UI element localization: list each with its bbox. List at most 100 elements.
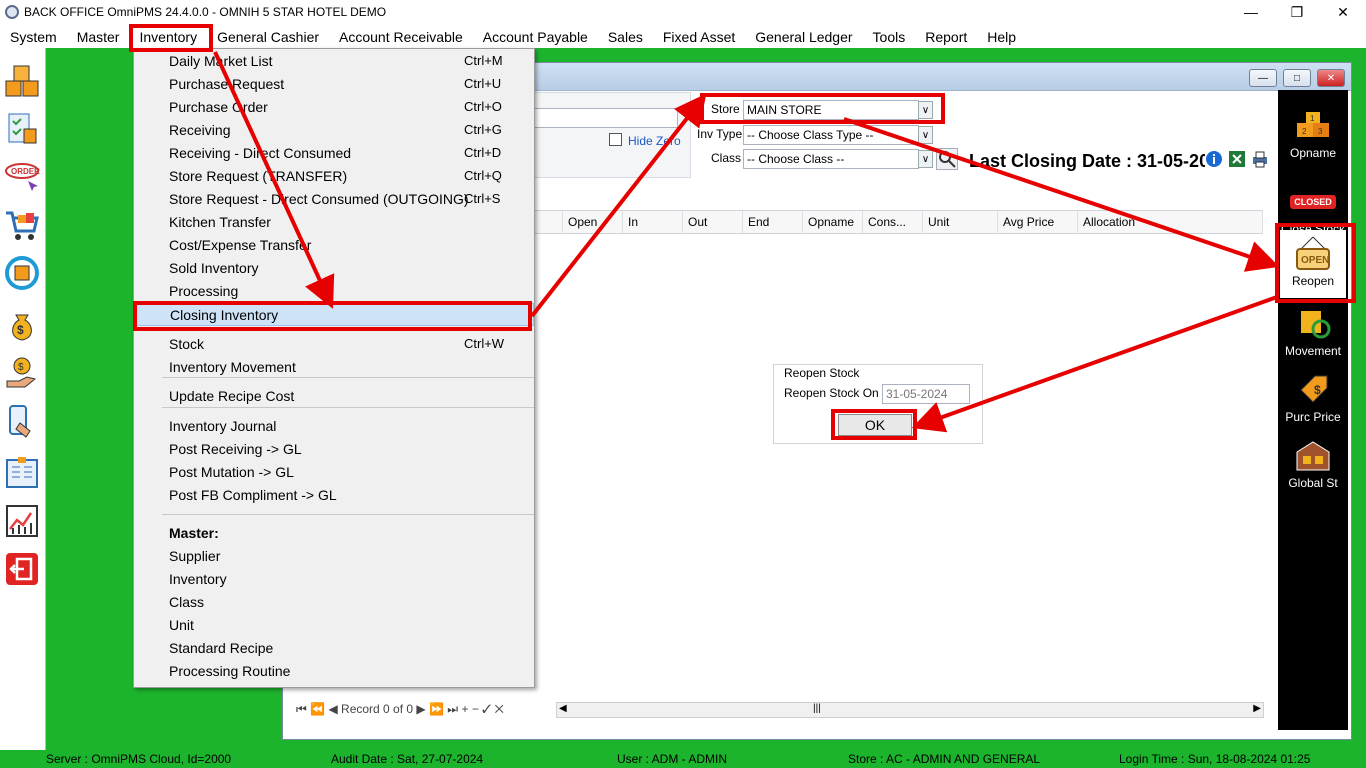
nav-last-icon[interactable]: ⏭	[447, 702, 458, 716]
nav-prev-page-icon[interactable]: ⏪	[310, 702, 325, 716]
menu-sales[interactable]: Sales	[598, 26, 653, 48]
menu-item-inventory-journal[interactable]: Inventory Journal	[134, 415, 534, 438]
order-icon[interactable]: ORDER	[3, 158, 41, 196]
nav-prev-icon[interactable]: ◀	[328, 702, 337, 716]
movement-button[interactable]: Movement	[1278, 304, 1348, 358]
hide-zero-checkbox[interactable]	[609, 133, 622, 146]
nav-first-icon[interactable]: ⏮	[296, 702, 307, 716]
horizontal-scrollbar[interactable]: ◀ ||| ▶	[556, 702, 1264, 718]
reopen-date-field[interactable]: 31-05-2024	[882, 384, 970, 404]
grid-col-allocation[interactable]: Allocation	[1078, 211, 1263, 233]
class-dropdown-icon[interactable]: ∨	[918, 150, 933, 168]
child-maximize-button[interactable]: □	[1283, 69, 1311, 87]
menu-system[interactable]: System	[0, 26, 67, 48]
grid-col-opname[interactable]: Opname	[803, 211, 863, 233]
menu-item-store-request-direct-consumed-outgoing[interactable]: Store Request - Direct Consumed (OUTGOIN…	[134, 188, 534, 211]
child-minimize-button[interactable]: —	[1249, 69, 1277, 87]
nav-check-icon[interactable]: ✓	[482, 702, 491, 716]
nav-next-icon[interactable]: ▶	[416, 702, 425, 716]
menu-item-daily-market-list[interactable]: Daily Market List Ctrl+M	[134, 50, 534, 73]
cart-icon[interactable]	[3, 206, 41, 244]
minimize-button[interactable]: —	[1228, 0, 1274, 24]
menu-item-processing[interactable]: Processing	[134, 280, 534, 303]
record-navigator[interactable]: ⏮ ⏪ ◀ Record 0 of 0 ▶ ⏩ ⏭ + − ✓ ✕	[296, 702, 554, 718]
scroll-thumb[interactable]: |||	[813, 703, 821, 714]
menu-item-supplier[interactable]: Supplier	[134, 545, 534, 568]
scroll-left-icon[interactable]: ◀	[559, 703, 567, 714]
menu-item-receiving-direct-consumed[interactable]: Receiving - Direct Consumed Ctrl+D	[134, 142, 534, 165]
store-select[interactable]: MAIN STORE	[743, 100, 919, 120]
report-book-icon[interactable]	[3, 454, 41, 492]
menu-account-payable[interactable]: Account Payable	[473, 26, 598, 48]
money-bag-icon[interactable]: $	[3, 306, 41, 344]
nav-next-page-icon[interactable]: ⏩	[429, 702, 444, 716]
ok-button[interactable]: OK	[838, 414, 912, 436]
class-select[interactable]: -- Choose Class --	[743, 149, 919, 169]
refresh-box-icon[interactable]	[3, 254, 41, 292]
print-icon[interactable]	[1251, 150, 1269, 171]
chart-icon[interactable]	[3, 502, 41, 540]
menu-item-class[interactable]: Class	[134, 591, 534, 614]
menu-general-ledger[interactable]: General Ledger	[745, 26, 862, 48]
menu-item-post-fb-compliment-gl[interactable]: Post FB Compliment -> GL	[134, 484, 534, 507]
close-stock-button[interactable]: CLOSED Close Stock	[1278, 182, 1348, 236]
menu-inventory[interactable]: Inventory	[129, 26, 207, 48]
inv-type-select[interactable]: -- Choose Class Type --	[743, 125, 919, 145]
menu-item-inventory-movement[interactable]: Inventory Movement	[134, 356, 534, 379]
scroll-right-icon[interactable]: ▶	[1253, 703, 1261, 714]
reopen-button[interactable]: OPEN Reopen	[1280, 230, 1346, 298]
purc-price-button[interactable]: $ Purc Price	[1278, 370, 1348, 424]
menu-report[interactable]: Report	[915, 26, 977, 48]
checklist-icon[interactable]	[3, 110, 41, 148]
closed-badge: CLOSED	[1290, 195, 1336, 209]
info-icon[interactable]	[1205, 150, 1223, 171]
store-dropdown-icon[interactable]: ∨	[918, 101, 933, 119]
nav-delete-icon[interactable]: −	[472, 702, 479, 716]
menu-help[interactable]: Help	[977, 26, 1026, 48]
child-close-button[interactable]: ✕	[1317, 69, 1345, 87]
grid-col-end[interactable]: End	[743, 211, 803, 233]
menu-item-store-request-transfer[interactable]: Store Request (TRANSFER) Ctrl+Q	[134, 165, 534, 188]
exit-icon[interactable]	[3, 550, 41, 588]
menu-item-kitchen-transfer[interactable]: Kitchen Transfer	[134, 211, 534, 234]
payment-hand-icon[interactable]: $	[3, 354, 41, 392]
menu-item-receiving[interactable]: Receiving Ctrl+G	[134, 119, 534, 142]
menu-fixed-asset[interactable]: Fixed Asset	[653, 26, 745, 48]
menu-item-unit[interactable]: Unit	[134, 614, 534, 637]
inv-type-dropdown-icon[interactable]: ∨	[918, 126, 933, 144]
menu-item-processing-routine[interactable]: Processing Routine	[134, 660, 534, 683]
grid-col-out[interactable]: Out	[683, 211, 743, 233]
grid-col-avg-price[interactable]: Avg Price	[998, 211, 1078, 233]
global-stock-button[interactable]: Global St	[1278, 436, 1348, 490]
menu-general-cashier[interactable]: General Cashier	[207, 26, 329, 48]
grid-col-cons[interactable]: Cons...	[863, 211, 923, 233]
search-input[interactable]	[534, 108, 678, 128]
grid-col-unit[interactable]: Unit	[923, 211, 998, 233]
menu-tools[interactable]: Tools	[863, 26, 916, 48]
search-icon[interactable]	[936, 148, 958, 170]
boxes-icon[interactable]	[3, 62, 41, 100]
menu-item-post-mutation-gl[interactable]: Post Mutation -> GL	[134, 461, 534, 484]
maximize-button[interactable]: ❐	[1274, 0, 1320, 24]
menu-master[interactable]: Master	[67, 26, 130, 48]
excel-icon[interactable]	[1228, 150, 1246, 171]
menu-item-update-recipe-cost[interactable]: Update Recipe Cost	[134, 385, 534, 408]
grid-col-in[interactable]: In	[623, 211, 683, 233]
menu-separator	[162, 514, 534, 515]
menu-item-closing-inventory[interactable]: Closing Inventory	[134, 303, 534, 326]
menu-item-purchase-request[interactable]: Purchase Request Ctrl+U	[134, 73, 534, 96]
nav-cancel-icon[interactable]: ✕	[495, 702, 504, 716]
grid-col-open[interactable]: Open	[563, 211, 623, 233]
menu-item-sold-inventory[interactable]: Sold Inventory	[134, 257, 534, 280]
menu-item-stock[interactable]: Stock Ctrl+W	[134, 333, 534, 356]
menu-item-post-receiving-gl[interactable]: Post Receiving -> GL	[134, 438, 534, 461]
opname-button[interactable]: 12 3 Opname	[1278, 106, 1348, 160]
nav-add-icon[interactable]: +	[461, 702, 468, 716]
close-button[interactable]: ✕	[1320, 0, 1366, 24]
mobile-touch-icon[interactable]	[3, 402, 41, 440]
menu-item-inventory[interactable]: Inventory	[134, 568, 534, 591]
menu-item-cost-expense-transfer[interactable]: Cost/Expense Transfer	[134, 234, 534, 257]
menu-item-standard-recipe[interactable]: Standard Recipe	[134, 637, 534, 660]
menu-account-receivable[interactable]: Account Receivable	[329, 26, 473, 48]
menu-item-purchase-order[interactable]: Purchase Order Ctrl+O	[134, 96, 534, 119]
